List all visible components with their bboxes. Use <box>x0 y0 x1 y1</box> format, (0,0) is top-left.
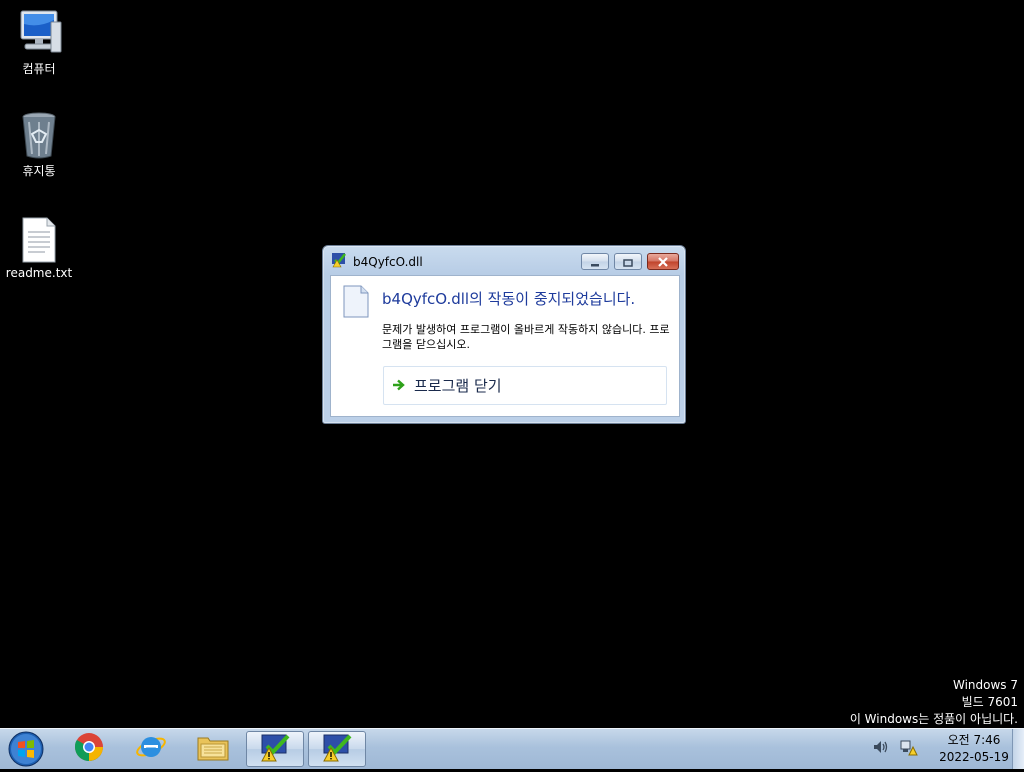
desktop-icon-readme[interactable]: readme.txt <box>4 214 74 280</box>
show-desktop-button[interactable] <box>1012 729 1024 769</box>
system-tray: 오전 7:46 2022-05-19 <box>872 729 1024 769</box>
close-button[interactable] <box>647 253 679 270</box>
close-program-label: 프로그램 닫기 <box>414 377 502 395</box>
dialog-message: 문제가 발생하여 프로그램이 올바르게 작동하지 않습니다. 프로그램을 닫으십… <box>382 323 670 351</box>
watermark-os: Windows 7 <box>952 678 1018 692</box>
taskbar-file-explorer[interactable] <box>184 731 242 767</box>
watermark-genuine: 이 Windows는 정품이 아닙니다. <box>849 712 1018 726</box>
maximize-icon <box>623 252 633 271</box>
taskbar-program-1[interactable] <box>246 731 304 767</box>
program-warning-icon <box>321 732 353 766</box>
desktop-icon-recycle-bin[interactable]: 휴지통 <box>4 110 74 179</box>
taskbar-chrome[interactable] <box>60 731 118 767</box>
desktop-icon-label: 컴퓨터 <box>22 62 56 76</box>
minimize-icon <box>590 252 600 271</box>
start-orb-icon <box>6 731 46 772</box>
maximize-button[interactable] <box>614 253 642 270</box>
dialog-titlebar[interactable]: b4QyfcO.dll <box>331 253 423 271</box>
desktop-icon-label: 휴지통 <box>22 164 56 178</box>
clock-date: 2022-05-19 <box>939 750 1009 764</box>
chrome-icon <box>73 731 105 767</box>
window-controls <box>576 253 679 270</box>
desktop-icon-computer[interactable]: 컴퓨터 <box>4 8 74 77</box>
close-program-button[interactable]: 프로그램 닫기 <box>383 366 667 405</box>
desktop-icon-label: readme.txt <box>5 266 73 280</box>
taskbar-program-2[interactable] <box>308 731 366 767</box>
dialog-content: b4QyfcO.dll의 작동이 중지되었습니다. 문제가 발생하여 프로그램이… <box>330 275 680 417</box>
dialog-title: b4QyfcO.dll <box>353 255 423 269</box>
clock-time: 오전 7:46 <box>947 733 1001 747</box>
program-warning-icon <box>259 732 291 766</box>
file-explorer-icon <box>196 732 230 766</box>
watermark-build: 빌드 7601 <box>961 695 1018 709</box>
document-icon <box>343 285 369 322</box>
error-dialog: b4QyfcO.dll b4QyfcO.dll의 작동이 중지되었습니다. 문제… <box>322 245 686 424</box>
arrow-right-icon <box>392 376 406 395</box>
taskbar-internet-explorer[interactable] <box>122 731 180 767</box>
taskbar: 오전 7:46 2022-05-19 <box>0 728 1024 769</box>
recycle-bin-icon <box>15 110 63 159</box>
minimize-button[interactable] <box>581 253 609 270</box>
windows-watermark: Windows 7 빌드 7601 이 Windows는 정품이 아닙니다. <box>850 677 1018 728</box>
text-file-icon <box>15 214 63 263</box>
network-warning-icon[interactable] <box>900 738 918 760</box>
close-icon <box>657 252 669 271</box>
start-button[interactable] <box>6 730 46 768</box>
speaker-icon[interactable] <box>872 739 890 759</box>
clock[interactable]: 오전 7:46 2022-05-19 <box>936 732 1012 766</box>
computer-icon <box>15 8 63 56</box>
program-warning-icon <box>331 252 347 272</box>
dialog-heading: b4QyfcO.dll의 작동이 중지되었습니다. <box>382 290 636 308</box>
internet-explorer-icon <box>135 731 167 767</box>
